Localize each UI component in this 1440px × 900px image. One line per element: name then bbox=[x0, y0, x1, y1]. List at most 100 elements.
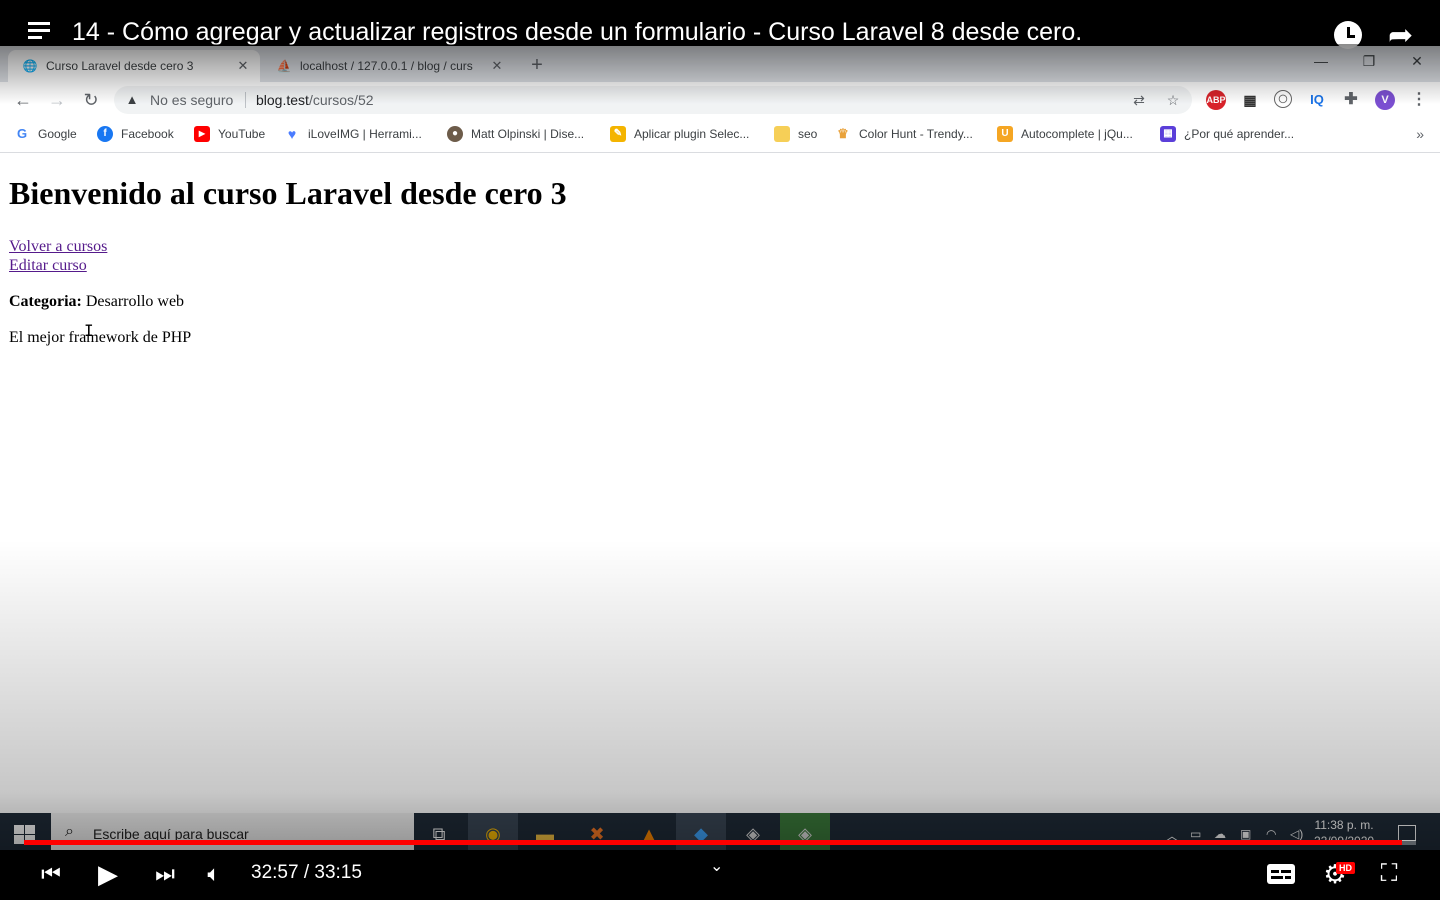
bookmark-label: Autocomplete | jQu... bbox=[1021, 127, 1133, 141]
bookmark-label: Aplicar plugin Selec... bbox=[634, 127, 750, 141]
app-icon-2[interactable]: ◈ bbox=[780, 813, 830, 855]
extensions-puzzle-icon[interactable]: ✚ bbox=[1341, 90, 1361, 110]
clock-time: 11:38 p. m. bbox=[1314, 818, 1374, 832]
windows-taskbar: ⌕ Escribe aquí para buscar ⧉ ◉ ▬ ✖ ▲ ◆ ◈… bbox=[0, 813, 1440, 855]
folder-icon bbox=[774, 126, 790, 142]
bookmark-facebook[interactable]: f Facebook bbox=[97, 126, 174, 142]
url-path: /cursos/52 bbox=[308, 92, 374, 108]
bookmark-iloveimg[interactable]: ♥ iLoveIMG | Herrami... bbox=[284, 126, 422, 142]
bookmark-label: Color Hunt - Trendy... bbox=[859, 127, 973, 141]
bookmark-label: Matt Olpinski | Dise... bbox=[471, 127, 585, 141]
browser-toolbar: ← → ↻ ▲ No es seguro blog.test/cursos/52… bbox=[0, 82, 1440, 118]
time-display: 32:57 / 33:15 bbox=[251, 862, 362, 883]
url-text: blog.test/cursos/52 bbox=[256, 92, 374, 108]
display-icon[interactable]: ▣ bbox=[1240, 827, 1251, 841]
tab-phpmyadmin[interactable]: ⛵ localhost / 127.0.0.1 / blog / curs ✕ bbox=[262, 50, 514, 82]
category-line: Categoria: Desarrollo web bbox=[9, 293, 184, 311]
page-heading: Bienvenido al curso Laravel desde cero 3 bbox=[9, 175, 567, 211]
new-tab-icon[interactable]: + bbox=[526, 54, 548, 76]
profile-avatar[interactable]: V bbox=[1375, 90, 1395, 110]
reload-icon[interactable]: ↻ bbox=[79, 88, 103, 112]
category-label: Categoria: bbox=[9, 293, 82, 310]
play-icon[interactable]: ▶ bbox=[94, 860, 122, 888]
bookmark-google[interactable]: G Google bbox=[14, 126, 77, 142]
adblock-icon[interactable]: ABP bbox=[1206, 90, 1226, 110]
menu-icon[interactable] bbox=[28, 22, 52, 42]
share-icon[interactable]: ➦ bbox=[1388, 18, 1413, 53]
address-bar[interactable]: ▲ No es seguro blog.test/cursos/52 ⇄ ☆ bbox=[114, 86, 1192, 114]
bookmark-star-icon[interactable]: ☆ bbox=[1164, 91, 1182, 109]
video-title[interactable]: 14 - Cómo agregar y actualizar registros… bbox=[72, 18, 1082, 47]
taskbar-search[interactable]: ⌕ Escribe aquí para buscar bbox=[51, 813, 414, 855]
bookmark-aplicar-plugin[interactable]: ✎ Aplicar plugin Selec... bbox=[610, 126, 749, 142]
chrome-taskbar-icon[interactable]: ◉ bbox=[468, 813, 518, 855]
warning-icon: ▲ bbox=[125, 92, 139, 107]
tab-curso-laravel[interactable]: 🌐 Curso Laravel desde cero 3 ✕ bbox=[8, 50, 260, 82]
xampp-icon[interactable]: ✖ bbox=[572, 813, 622, 855]
more-menu-icon[interactable]: ⋮ bbox=[1409, 90, 1429, 110]
avatar-icon: ● bbox=[447, 126, 463, 142]
iq-extension-icon[interactable]: IQ bbox=[1307, 90, 1327, 110]
shield-u-icon: U bbox=[997, 126, 1013, 142]
bookmark-matt-olpinski[interactable]: ● Matt Olpinski | Dise... bbox=[447, 126, 584, 142]
pencil-icon: ✎ bbox=[610, 126, 626, 142]
notifications-icon[interactable] bbox=[1398, 825, 1416, 841]
forward-icon[interactable]: → bbox=[45, 88, 69, 112]
bookmark-label: Facebook bbox=[121, 127, 174, 141]
bookmark-por-que-aprender[interactable]: ▦ ¿Por qué aprender... bbox=[1160, 126, 1294, 142]
url-host: blog.test bbox=[256, 92, 309, 108]
minimize-icon[interactable]: — bbox=[1306, 50, 1336, 72]
subtitles-icon[interactable] bbox=[1267, 864, 1295, 884]
globe-icon: 🌐 bbox=[22, 59, 38, 73]
more-bookmarks-icon[interactable]: » bbox=[1416, 126, 1424, 142]
task-view-icon[interactable]: ⧉ bbox=[414, 813, 464, 855]
youtube-top-bar: 14 - Cómo agregar y actualizar registros… bbox=[0, 0, 1440, 52]
back-icon[interactable]: ← bbox=[11, 88, 35, 112]
tab-title: localhost / 127.0.0.1 / blog / curs bbox=[300, 59, 473, 73]
vscode-icon[interactable]: ◆ bbox=[676, 813, 726, 855]
browser-tab-strip: 🌐 Curso Laravel desde cero 3 ✕ ⛵ localho… bbox=[0, 44, 1440, 82]
translate-icon[interactable]: ⇄ bbox=[1130, 91, 1148, 109]
search-icon: ⌕ bbox=[65, 823, 74, 840]
category-value: Desarrollo web bbox=[81, 293, 185, 310]
web-page: Bienvenido al curso Laravel desde cero 3… bbox=[0, 153, 1440, 813]
bookmark-label: ¿Por qué aprender... bbox=[1184, 127, 1295, 141]
facebook-icon: f bbox=[97, 126, 113, 142]
close-tab-icon[interactable]: ✕ bbox=[234, 58, 252, 74]
exit-fullscreen-icon[interactable]: ⛶ bbox=[1374, 860, 1404, 888]
vlc-icon[interactable]: ▲ bbox=[624, 813, 674, 855]
watch-later-icon[interactable] bbox=[1334, 21, 1362, 49]
progress-fill bbox=[24, 840, 1403, 845]
onedrive-icon[interactable]: ☁ bbox=[1214, 827, 1226, 841]
bookmark-autocomplete[interactable]: U Autocomplete | jQu... bbox=[997, 126, 1133, 142]
bookmark-label: iLoveIMG | Herrami... bbox=[308, 127, 422, 141]
previous-icon[interactable]: ⏮ bbox=[38, 860, 64, 888]
back-to-courses-link[interactable]: Volver a cursos bbox=[9, 238, 107, 256]
iloveimg-icon: ♥ bbox=[284, 126, 300, 142]
restore-icon[interactable]: ❐ bbox=[1354, 50, 1384, 72]
speaker-icon[interactable]: ◁) bbox=[1290, 827, 1303, 841]
extension-circle-icon[interactable]: ◯ bbox=[1274, 90, 1292, 108]
file-explorer-icon[interactable]: ▬ bbox=[520, 813, 570, 855]
tab-title: Curso Laravel desde cero 3 bbox=[46, 59, 194, 73]
bookmark-youtube[interactable]: ▶ YouTube bbox=[194, 126, 265, 142]
phpmyadmin-icon: ⛵ bbox=[276, 59, 292, 73]
hd-badge: HD bbox=[1336, 862, 1355, 874]
qr-code-icon[interactable]: ▦ bbox=[1240, 90, 1260, 110]
app-icon-1[interactable]: ◈ bbox=[728, 813, 778, 855]
color-hunt-icon: ♛ bbox=[835, 126, 851, 142]
bookmark-seo[interactable]: seo bbox=[774, 126, 817, 142]
wifi-icon[interactable]: ◠ bbox=[1266, 827, 1276, 841]
google-icon: G bbox=[14, 126, 30, 142]
bookmark-label: YouTube bbox=[218, 127, 266, 141]
bookmark-color-hunt[interactable]: ♛ Color Hunt - Trendy... bbox=[835, 126, 973, 142]
progress-bar[interactable] bbox=[24, 840, 1416, 845]
battery-icon[interactable]: ▭ bbox=[1190, 827, 1201, 841]
close-tab-icon[interactable]: ✕ bbox=[488, 58, 506, 74]
close-window-icon[interactable]: ✕ bbox=[1402, 50, 1432, 72]
chevron-down-icon[interactable]: ⌄ bbox=[710, 856, 723, 876]
next-icon[interactable]: ⏭ bbox=[152, 860, 178, 888]
course-description: El mejor framework de PHP bbox=[9, 329, 192, 346]
volume-icon[interactable]: 🔈︎ bbox=[200, 860, 228, 888]
edit-course-link[interactable]: Editar curso bbox=[9, 257, 87, 275]
